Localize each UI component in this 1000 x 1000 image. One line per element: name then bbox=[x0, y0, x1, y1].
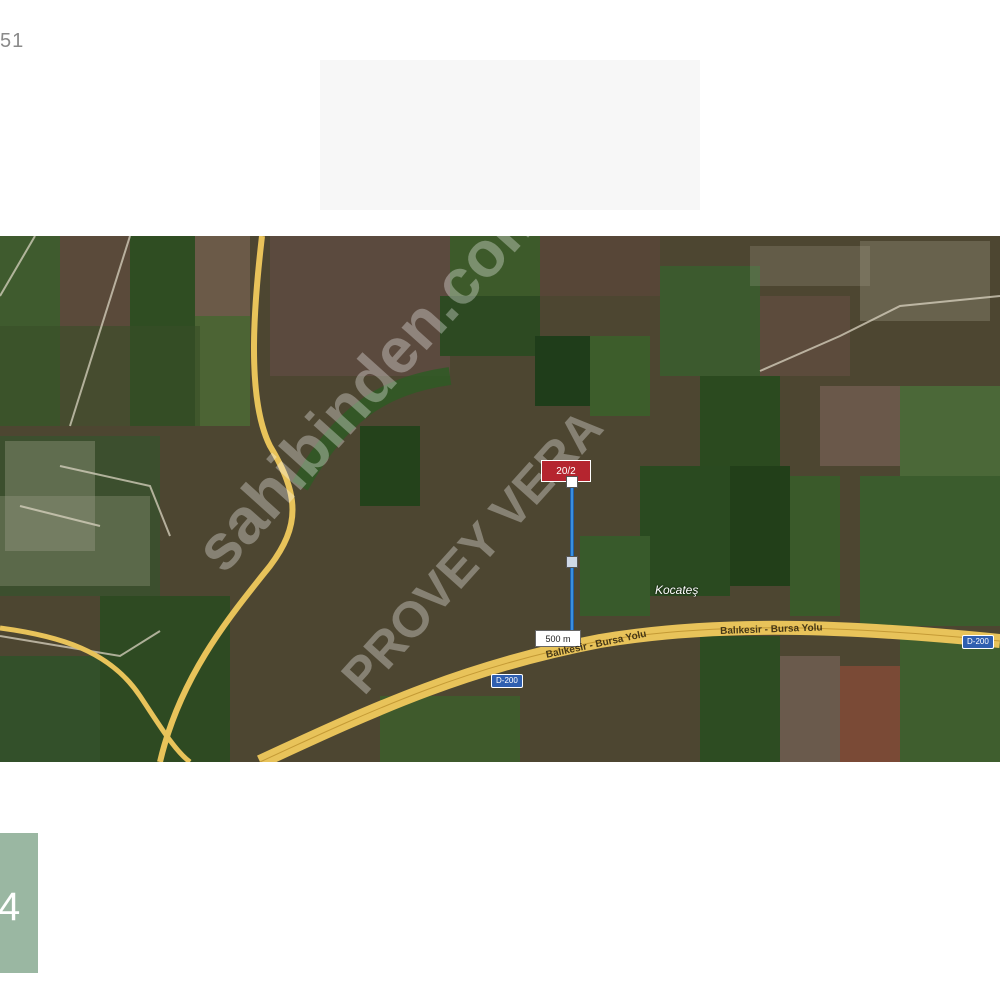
measure-handle-start[interactable] bbox=[566, 476, 578, 488]
corner-text: 51 bbox=[0, 30, 25, 52]
logo-char: 4 bbox=[0, 885, 21, 929]
place-name-label: Kocateş bbox=[655, 583, 699, 597]
highway-shield: D-200 bbox=[491, 674, 523, 688]
background-watermark bbox=[320, 60, 700, 210]
measure-handle-mid[interactable] bbox=[566, 556, 578, 568]
logo-tile: 4 bbox=[0, 833, 38, 973]
highway-shield-east: D-200 bbox=[962, 635, 994, 649]
